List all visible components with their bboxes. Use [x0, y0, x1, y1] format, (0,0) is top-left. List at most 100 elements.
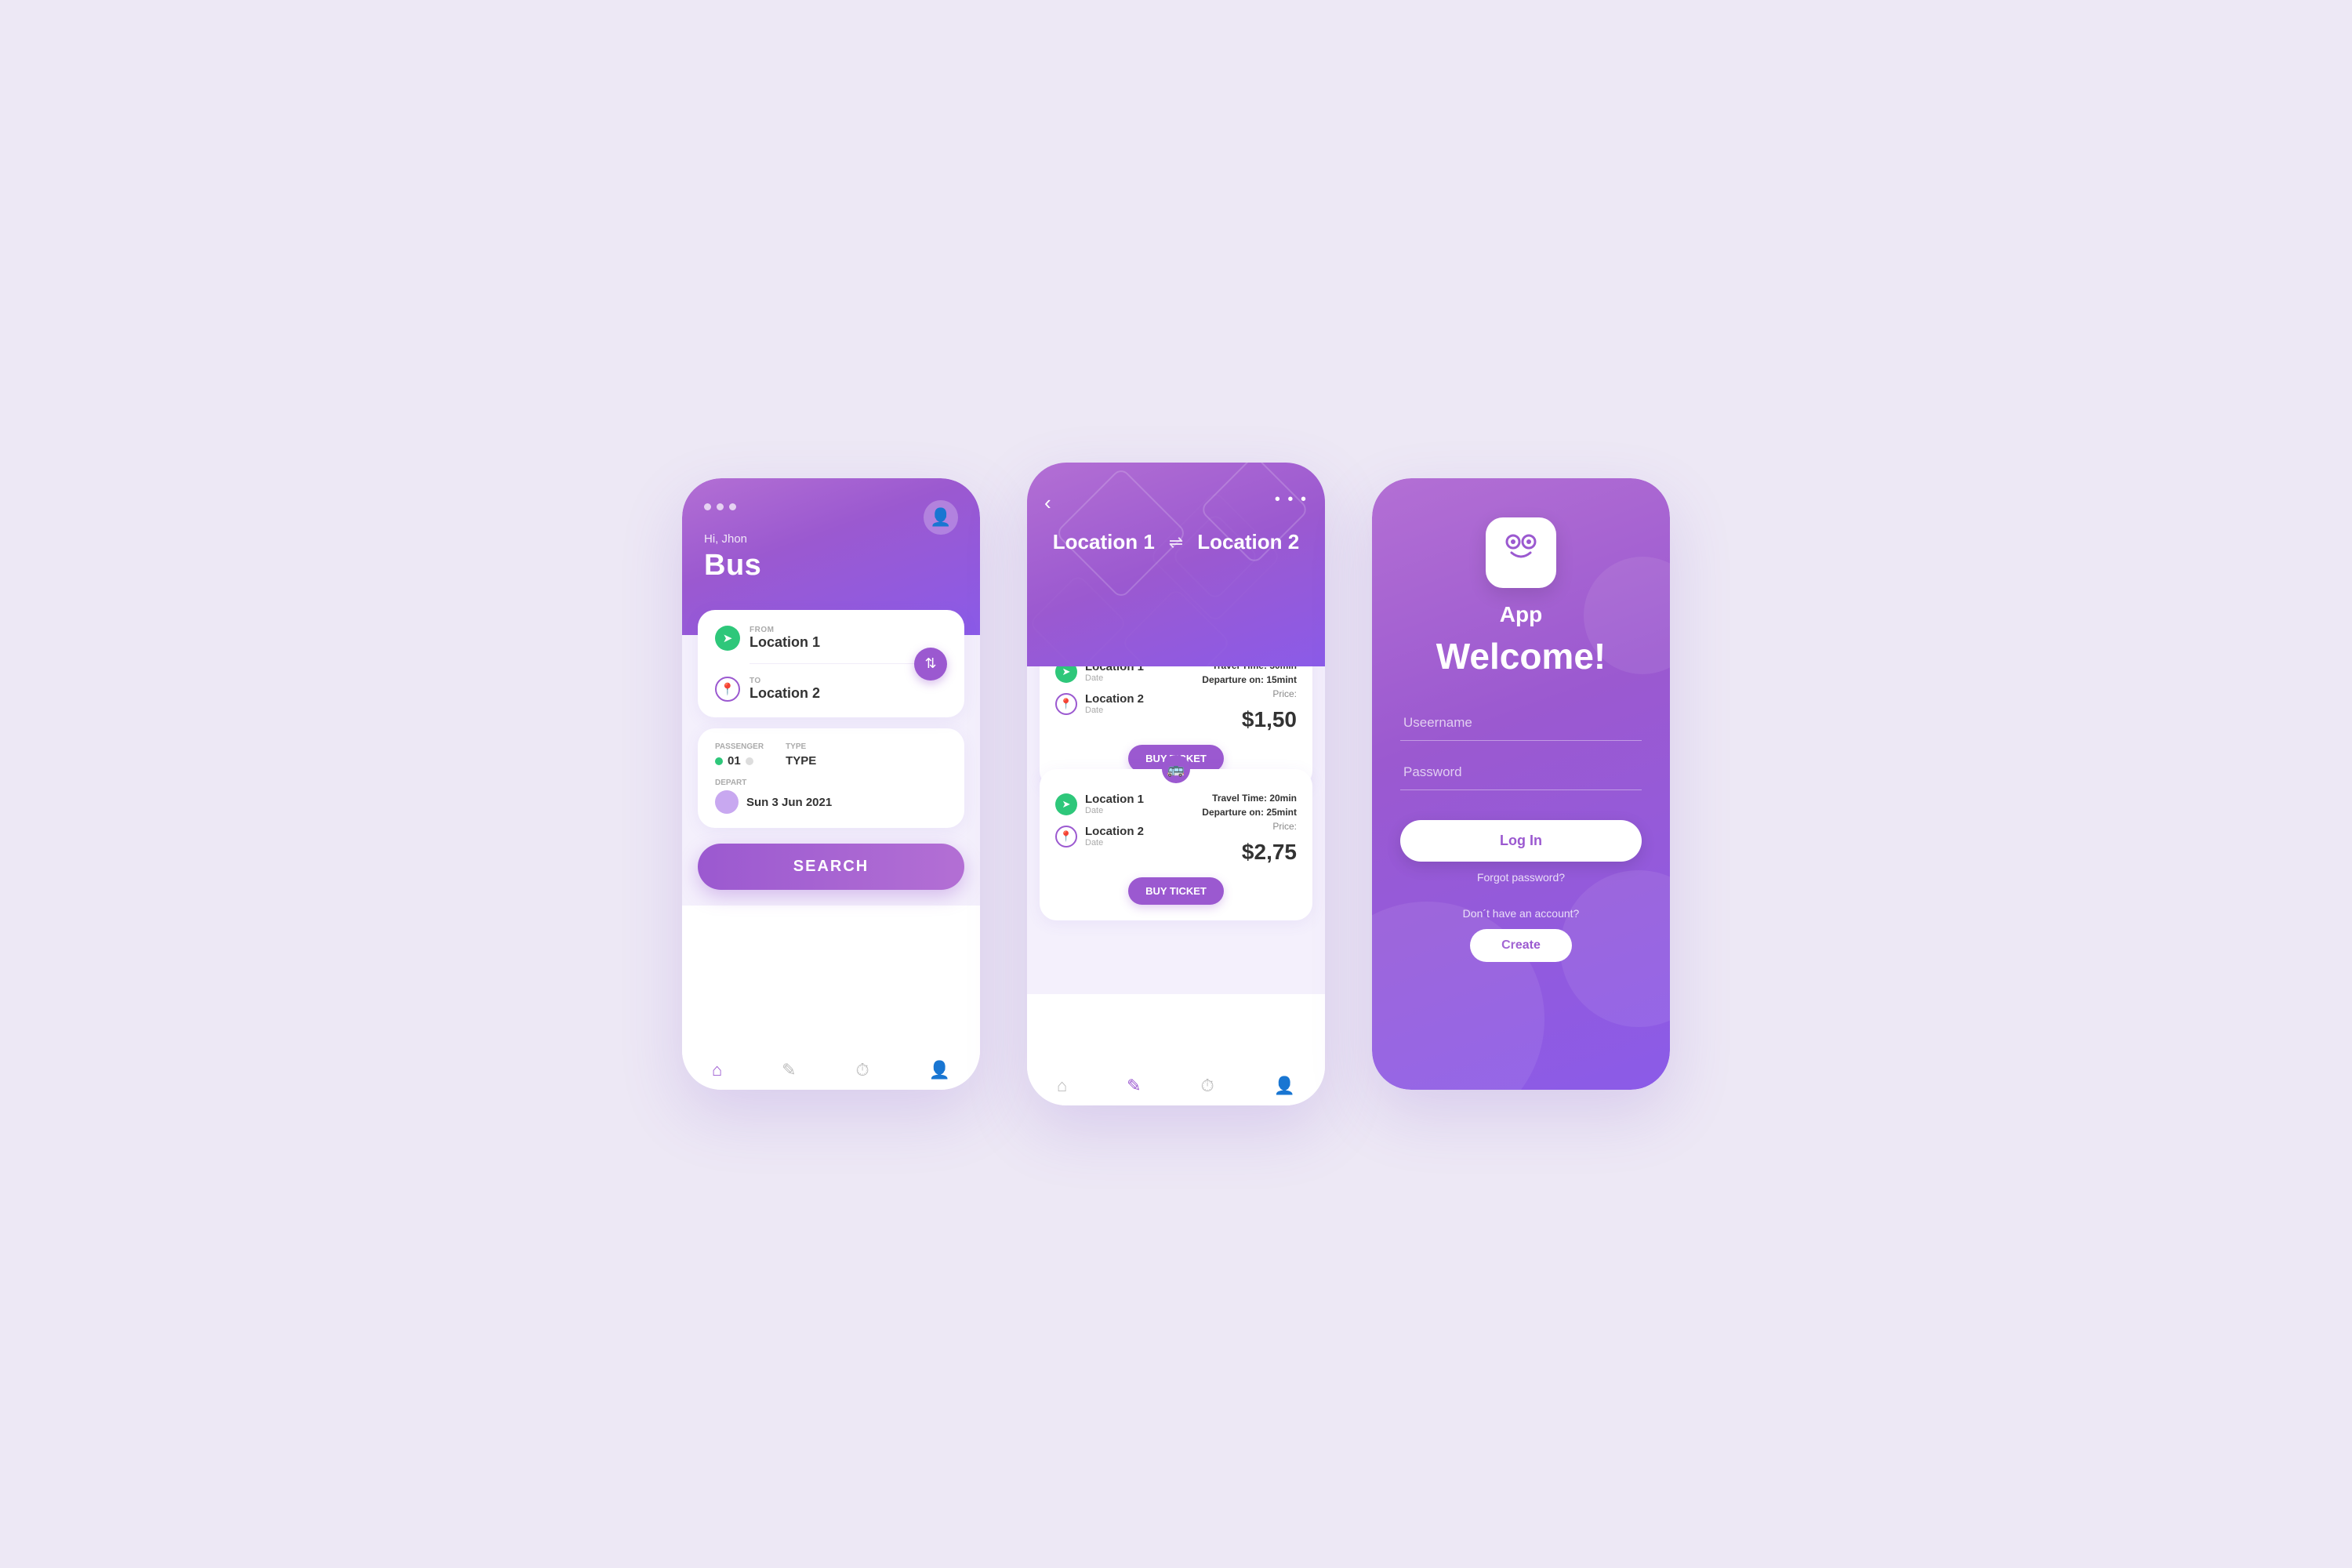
ticket-2-price: $2,75: [1202, 840, 1297, 865]
depart-icon: [715, 790, 739, 814]
ticket-2-info: Travel Time: 20min Departure on: 25mint …: [1202, 793, 1297, 869]
ticket-1-from-name: Location 1: [1085, 666, 1144, 673]
screen-title: Bus: [704, 549, 958, 583]
app-icon-box: [1486, 517, 1556, 588]
ticket-1-from-icon: ➤: [1055, 666, 1077, 683]
nav-user-icon[interactable]: 👤: [929, 1060, 950, 1080]
ticket-2-from-name: Location 1: [1085, 793, 1144, 806]
username-input[interactable]: [1400, 706, 1642, 741]
nav-home-icon[interactable]: ⌂: [712, 1060, 722, 1080]
ticket-1-info: Travel Time: 30min Departure on: 15mint …: [1202, 666, 1297, 737]
p2-nav-user-icon[interactable]: 👤: [1274, 1076, 1295, 1096]
ticket-2-from-date: Date: [1085, 806, 1144, 815]
password-input[interactable]: [1400, 755, 1642, 790]
from-label: FROM: [750, 626, 820, 634]
p2-nav-clock-icon[interactable]: ⏱: [1201, 1076, 1214, 1096]
greeting-text: Hi, Jhon: [704, 532, 958, 546]
passenger-type-row: PASSENGER 01 TYPE TYPE: [715, 742, 947, 768]
nav-clock-icon[interactable]: ⏱: [856, 1060, 869, 1080]
p1-body: ➤ FROM Location 1 📍 TO Location 2: [682, 610, 980, 906]
ticket-2-price-label: Price:: [1202, 821, 1297, 832]
route-from: Location 1: [1053, 530, 1155, 554]
ticket-2-locs: ➤ Location 1 Date 📍 Location 2 Date: [1055, 793, 1191, 848]
passenger-field: PASSENGER 01: [715, 742, 764, 768]
route-arrow-icon: ⇌: [1169, 532, 1183, 553]
swap-button[interactable]: ⇅: [914, 648, 947, 681]
login-form: Log In: [1400, 706, 1642, 871]
ticket-1-to-row: 📍 Location 2 Date: [1055, 692, 1191, 715]
ticket-2-from-row: ➤ Location 1 Date: [1055, 793, 1191, 815]
diamond6: [1120, 587, 1231, 666]
route-to: Location 2: [1197, 530, 1299, 554]
passenger-value: 01: [728, 754, 741, 768]
type-label: TYPE: [786, 742, 816, 751]
depart-label: DEPART: [715, 779, 947, 787]
ticket-1-from-row: ➤ Location 1 Date: [1055, 666, 1191, 683]
passenger-label: PASSENGER: [715, 742, 764, 751]
to-icon: 📍: [715, 677, 740, 702]
from-location-name: Location 1: [750, 634, 820, 651]
to-label: TO: [750, 677, 820, 685]
ticket-2-from-icon: ➤: [1055, 793, 1077, 815]
depart-value: Sun 3 Jun 2021: [746, 796, 832, 809]
dot1: [704, 503, 711, 510]
ticket-2-to-info: Location 2 Date: [1085, 825, 1144, 848]
ticket-2-dep-label: Departure on:: [1202, 807, 1266, 818]
ticket-1-top: ➤ Location 1 Date 📍 Location 2 Date: [1055, 666, 1297, 737]
p2-body: 🚌 ➤ Location 1 Date 📍: [1027, 666, 1325, 994]
ticket-2-to-row: 📍 Location 2 Date: [1055, 825, 1191, 848]
ticket-card-2: 🚌 ➤ Location 1 Date 📍: [1040, 769, 1312, 920]
ticket-2-travel-time: Travel Time: 20min: [1202, 793, 1297, 804]
forgot-password-link[interactable]: Forgot password?: [1477, 871, 1565, 884]
search-button[interactable]: SEARCH: [698, 844, 964, 890]
ticket-1-to-date: Date: [1085, 706, 1144, 715]
passenger-dots: 01: [715, 754, 764, 768]
ticket-2-to-icon: 📍: [1055, 826, 1077, 848]
bus-icon-2: 🚌: [1162, 755, 1190, 783]
ticket-1-price-label: Price:: [1202, 688, 1297, 699]
nav-edit-icon[interactable]: ✎: [782, 1060, 796, 1080]
bottom-nav: ⌂ ✎ ⏱ 👤: [682, 1047, 980, 1090]
ticket-2-from-info: Location 1 Date: [1085, 793, 1144, 815]
ticket-2-top: ➤ Location 1 Date 📍 Location 2 Date: [1055, 793, 1297, 869]
ticket-1-price: $1,50: [1202, 707, 1297, 732]
ticket-1-from-date: Date: [1085, 673, 1144, 683]
back-button[interactable]: ‹: [1044, 491, 1051, 515]
ticket-2-to-name: Location 2: [1085, 825, 1144, 838]
type-value: TYPE: [786, 754, 816, 768]
ticket-1-dep-label: Departure on:: [1202, 674, 1266, 685]
from-row: ➤ FROM Location 1: [715, 626, 947, 651]
dot2: [717, 503, 724, 510]
phone-results: ‹ • • • Location 1 ⇌ Location 2 🚌 ➤: [1027, 463, 1325, 1105]
ticket-2-departure: Departure on: 25mint: [1202, 807, 1297, 818]
dot3: [729, 503, 736, 510]
p2-nav-home-icon[interactable]: ⌂: [1057, 1076, 1067, 1096]
depart-row: Sun 3 Jun 2021: [715, 790, 947, 814]
from-to-section: ➤ FROM Location 1 📍 TO Location 2: [715, 626, 947, 702]
ticket-1-locs: ➤ Location 1 Date 📍 Location 2 Date: [1055, 666, 1191, 715]
diamond4: [1171, 512, 1259, 601]
dot-gray: [746, 757, 753, 765]
p2-header: ‹ • • • Location 1 ⇌ Location 2: [1027, 463, 1325, 666]
app-name-label: App: [1500, 602, 1542, 627]
p2-nav-edit-icon[interactable]: ✎: [1127, 1076, 1141, 1096]
phone-login: App Welcome! Log In Forgot password? Don…: [1372, 478, 1670, 1090]
blob2: [1560, 870, 1670, 1027]
depart-field: DEPART Sun 3 Jun 2021: [715, 779, 947, 814]
route-display: Location 1 ⇌ Location 2: [1049, 530, 1303, 554]
ticket-1-travel-time: Travel Time: 30min: [1202, 666, 1297, 671]
p2-bottom-nav: ⌂ ✎ ⏱ 👤: [1027, 1063, 1325, 1105]
app-logo-icon: [1497, 524, 1544, 581]
diamond5: [1028, 573, 1127, 666]
type-field: TYPE TYPE: [786, 742, 816, 768]
ticket-1-to-info: Location 2 Date: [1085, 692, 1144, 715]
ticket-1-departure: Departure on: 15mint: [1202, 674, 1297, 685]
more-menu-button[interactable]: • • •: [1275, 491, 1308, 509]
location-card: ➤ FROM Location 1 📍 TO Location 2: [698, 610, 964, 717]
trip-details-card: PASSENGER 01 TYPE TYPE DEPART: [698, 728, 964, 828]
avatar-icon[interactable]: 👤: [924, 500, 958, 535]
ticket-2-to-date: Date: [1085, 838, 1144, 848]
from-location-info: FROM Location 1: [750, 626, 820, 651]
buy-ticket-2-button[interactable]: BUY TICKET: [1128, 877, 1224, 905]
login-button[interactable]: Log In: [1400, 820, 1642, 862]
